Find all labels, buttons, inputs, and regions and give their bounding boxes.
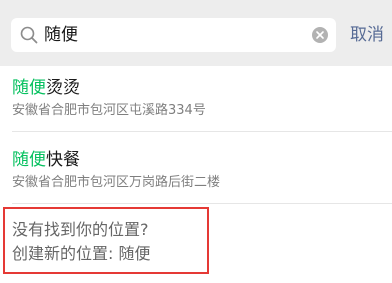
- result-title: 随便快餐: [12, 149, 382, 171]
- list-item[interactable]: 随便快餐 安徽省合肥市包河区万岗路后街二楼: [12, 149, 382, 192]
- create-location-item[interactable]: 没有找到你的位置? 创建新的位置: 随便: [3, 207, 209, 274]
- not-found-text: 没有找到你的位置?: [12, 220, 149, 239]
- cancel-button[interactable]: 取消: [350, 18, 384, 52]
- result-title: 随便烫烫: [12, 77, 382, 99]
- result-address: 安徽省合肥市包河区万岗路后街二楼: [12, 175, 221, 190]
- result-title-highlight: 随便: [12, 78, 46, 98]
- create-new-location-text: 创建新的位置: 随便: [12, 244, 151, 263]
- clear-icon[interactable]: [312, 27, 328, 43]
- search-icon: [20, 26, 38, 44]
- search-box[interactable]: [11, 18, 336, 52]
- result-address: 安徽省合肥市包河区屯溪路334号: [12, 103, 206, 118]
- divider: [12, 203, 392, 204]
- search-bar: 取消: [0, 0, 392, 66]
- location-search-screen: 取消 随便烫烫 安徽省合肥市包河区屯溪路334号 随便快餐 安徽省合肥市包河区万…: [0, 0, 392, 283]
- search-input[interactable]: [44, 18, 304, 52]
- result-title-rest: 快餐: [46, 150, 80, 170]
- list-item[interactable]: 随便烫烫 安徽省合肥市包河区屯溪路334号: [12, 77, 382, 120]
- divider: [12, 131, 392, 132]
- result-title-highlight: 随便: [12, 150, 46, 170]
- result-title-rest: 烫烫: [46, 78, 80, 98]
